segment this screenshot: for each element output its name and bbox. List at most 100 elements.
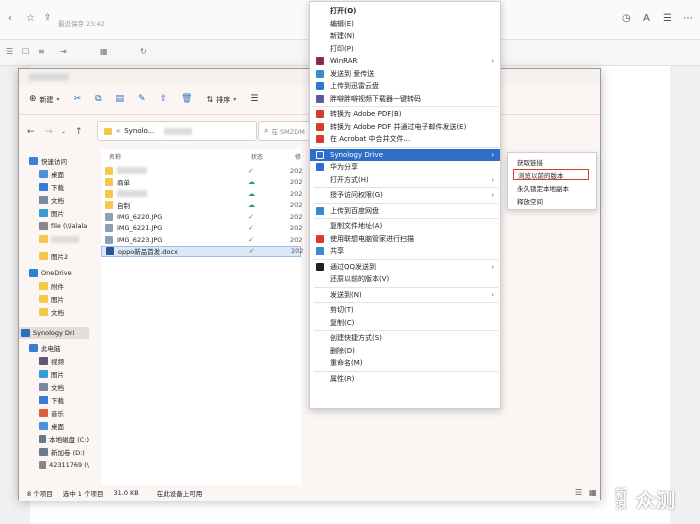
sidebar-item[interactable]: 文档	[19, 194, 89, 206]
context-menu-item[interactable]: 打印(P)	[310, 43, 500, 55]
sidebar-item[interactable]: 音乐	[19, 407, 89, 419]
context-menu-item[interactable]: 编辑(E)	[310, 18, 500, 30]
sidebar-item-label: 图片	[51, 371, 64, 379]
chevron-left-icon[interactable]: ‹	[8, 14, 12, 24]
sidebar-item[interactable]: Synology Dri	[19, 327, 89, 339]
file-row[interactable]: IMG_6221.JPG ✓ 202	[101, 223, 302, 234]
list-icon[interactable]: ≡	[38, 48, 45, 56]
context-menu-item[interactable]: 转换为 Adobe PDF(B)	[310, 108, 500, 120]
context-menu-item[interactable]: 还原以前的版本(V)	[310, 273, 500, 285]
breadcrumb-folder[interactable]: Synolo...	[124, 127, 154, 135]
file-row[interactable]: IMG_6223.JPG ✓ 202	[101, 234, 302, 245]
sidebar-item[interactable]: 图片2	[19, 250, 89, 262]
context-menu-item[interactable]: 打开(O)	[310, 5, 500, 17]
clock-icon[interactable]: ◷	[622, 14, 631, 24]
submenu-item[interactable]: 释放空间	[508, 195, 596, 206]
sidebar-item[interactable]: file (\\lalala	[19, 220, 89, 232]
checkbox-icon[interactable]: ☐	[22, 48, 29, 56]
context-menu-item[interactable]: 新建(N)	[310, 30, 500, 42]
share-icon[interactable]: ⇪	[160, 95, 168, 104]
context-menu-item[interactable]: 共享	[310, 245, 500, 257]
delete-icon[interactable]: 🗑	[181, 95, 192, 104]
more-icon[interactable]: ⋯	[683, 14, 693, 24]
tiles-view-icon[interactable]: ▦	[589, 489, 597, 497]
sort-button[interactable]: ⇅ 排序 ▾	[207, 95, 237, 105]
cut-icon[interactable]: ✂	[74, 95, 82, 104]
context-menu-item[interactable]: WinRAR ›	[310, 55, 500, 67]
chevron-right-icon: ›	[491, 175, 494, 184]
submenu-item[interactable]: 获取链接	[508, 156, 596, 167]
history-icon[interactable]: ↻	[140, 48, 147, 56]
context-menu-item[interactable]: 华为分享	[310, 161, 500, 173]
column-header-name[interactable]: 名称	[109, 149, 121, 163]
context-menu-item[interactable]: 复制(C)	[310, 317, 500, 329]
format-icon[interactable]: ☰	[6, 48, 13, 56]
file-row[interactable]: ✓ 202	[101, 165, 302, 176]
context-menu-item[interactable]: 创建快捷方式(S)	[310, 332, 500, 344]
sidebar-item[interactable]: 新加卷 (D:)	[19, 446, 89, 458]
file-row[interactable]: IMG_6220.JPG ✓ 202	[101, 211, 302, 222]
sidebar-item[interactable]: 桌面	[19, 420, 89, 432]
sidebar-item-label: 文档	[51, 197, 64, 205]
context-menu-item[interactable]: 复制文件地址(A)	[310, 220, 500, 232]
column-header-date[interactable]: 修	[295, 149, 301, 163]
details-view-icon[interactable]: ☰	[575, 489, 582, 497]
sidebar-item[interactable]: 文档	[19, 306, 89, 318]
submenu-item[interactable]: 浏览以前的版本	[513, 169, 589, 180]
submenu-item[interactable]: 永久锁定本地副本	[508, 182, 596, 193]
list-icon[interactable]: ☰	[663, 14, 672, 24]
context-menu-item[interactable]: 上传到迅雷云盘	[310, 80, 500, 92]
copy-icon[interactable]: ⧉	[95, 95, 101, 104]
context-menu-item[interactable]: 发送到 爱传送	[310, 68, 500, 80]
sidebar-item[interactable]: 下载	[19, 181, 89, 193]
sidebar-item[interactable]: 此电脑	[19, 342, 89, 354]
back-arrow-icon[interactable]: ←	[27, 127, 35, 137]
context-menu-item[interactable]: 上传到百度网盘	[310, 205, 500, 217]
context-menu-item[interactable]: Synology Drive ›	[310, 148, 500, 161]
sidebar-item[interactable]	[19, 233, 89, 245]
star-icon[interactable]: ☆	[26, 14, 35, 24]
context-menu-item[interactable]: 删除(D)	[310, 345, 500, 357]
sidebar-item[interactable]: 图片	[19, 368, 89, 380]
sidebar-item[interactable]: 文档	[19, 381, 89, 393]
context-menu-item[interactable]: 使用联想电脑管家进行扫描	[310, 233, 500, 245]
sidebar-item[interactable]: 下载	[19, 394, 89, 406]
share-icon[interactable]: ⇪	[44, 14, 52, 23]
context-menu-item[interactable]: 通过QQ发送到 ›	[310, 261, 500, 273]
font-icon[interactable]: A	[643, 14, 650, 24]
sidebar-item[interactable]: 42311769 (\	[19, 459, 89, 471]
context-menu-item[interactable]: 打开方式(H) ›	[310, 174, 500, 186]
up-arrow-icon[interactable]: ↑	[75, 127, 83, 137]
new-button[interactable]: ⊕ 新建 ▾	[29, 95, 60, 105]
file-row[interactable]: oppo新品首发.docx ✓ 202	[101, 245, 303, 257]
context-menu-item[interactable]: 重命名(M)	[310, 357, 500, 369]
sidebar-item[interactable]: 图片	[19, 293, 89, 305]
sidebar-item[interactable]: 本地磁盘 (C:)	[19, 433, 89, 445]
file-row[interactable]: 自制 ☁ 202	[101, 200, 302, 211]
paste-icon[interactable]: ▤	[116, 95, 125, 104]
context-menu-item[interactable]: 在 Acrobat 中合并文件...	[310, 133, 500, 145]
context-menu-item[interactable]: 授予访问权限(G) ›	[310, 189, 500, 201]
sidebar-item[interactable]: OneDrive	[19, 267, 89, 279]
file-row[interactable]: ☁ 202	[101, 188, 302, 199]
sidebar-item[interactable]: 图片	[19, 207, 89, 219]
file-name: IMG_6221.JPG	[117, 224, 163, 232]
context-menu-item[interactable]: 属性(R)	[310, 373, 500, 385]
sidebar-item[interactable]: 附件	[19, 280, 89, 292]
address-field[interactable]: « Synolo...	[97, 121, 257, 141]
indent-icon[interactable]: ⇥	[60, 48, 67, 56]
table-icon[interactable]: ▦	[100, 48, 108, 56]
chevron-down-icon[interactable]: ⌄	[61, 129, 66, 135]
file-row[interactable]: 商单 ☁ 202	[101, 177, 302, 188]
sidebar-item[interactable]: 桌面	[19, 168, 89, 180]
column-header-status[interactable]: 状态	[251, 149, 263, 163]
view-icon[interactable]: ☰	[250, 95, 258, 104]
sidebar-item[interactable]: 快速访问	[19, 155, 89, 167]
sidebar-item[interactable]: 视频	[19, 355, 89, 367]
context-menu-item[interactable]: 发送到(N) ›	[310, 289, 500, 301]
forward-arrow-icon[interactable]: →	[45, 127, 53, 137]
context-menu-item[interactable]: 转换为 Adobe PDF 并通过电子邮件发送(E)	[310, 121, 500, 133]
context-menu-item[interactable]: 剪切(T)	[310, 304, 500, 316]
context-menu-item[interactable]: 胖噼胖噼视频下载器一键转码	[310, 93, 500, 105]
rename-icon[interactable]: ✎	[138, 95, 146, 104]
